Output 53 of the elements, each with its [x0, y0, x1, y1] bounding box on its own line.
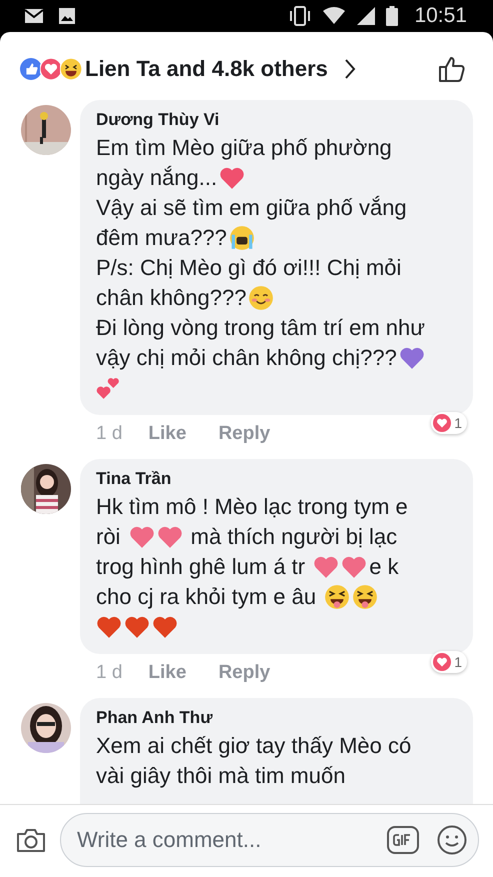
signal-icon	[356, 6, 376, 26]
two-hearts-icon	[96, 375, 122, 401]
squinting-tongue-face-icon	[352, 584, 378, 610]
comment-text: Xem ai chết giơ tay thấy Mèo có	[96, 732, 412, 760]
comment-text: ngày nắng...	[96, 164, 218, 192]
vibrate-icon	[288, 6, 312, 26]
laughing-face-icon	[60, 58, 82, 80]
squinting-tongue-face-icon	[324, 584, 350, 610]
comment-text: Hk tìm mô ! Mèo lạc trong tym e	[96, 493, 408, 521]
reactions-summary-link[interactable]: Lien Ta and 4.8k others	[85, 56, 328, 82]
comment-text: trog hình ghê lum á tr	[96, 553, 306, 581]
comment-text: vậy chị mỏi chân không chị???	[96, 344, 397, 372]
author-name[interactable]: Tina Trần	[96, 469, 459, 489]
heart-reaction-icon	[433, 414, 452, 432]
battery-icon	[386, 6, 398, 26]
crying-face-icon	[228, 225, 255, 251]
comment-text: P/s: Chị Mèo gì đó ơi!!! Chị mỏi	[96, 254, 402, 282]
chevron-right-icon[interactable]	[344, 58, 356, 80]
reaction-count-badge[interactable]: 1	[431, 651, 467, 673]
comment-input-field[interactable]: Write a comment...	[60, 813, 479, 867]
like-link[interactable]: Like	[148, 662, 186, 684]
gif-icon[interactable]	[387, 826, 419, 854]
comment-text: ròi	[96, 523, 122, 551]
comment-time: 1 d	[96, 662, 122, 684]
image-icon	[58, 7, 76, 25]
like-reaction-icon	[20, 58, 42, 80]
reaction-count: 1	[454, 654, 462, 670]
author-name[interactable]: Phan Anh Thư	[96, 708, 459, 728]
clock-time: 10:51	[414, 4, 467, 28]
comment-text: Em tìm Mèo giữa phố phường	[96, 134, 392, 162]
reaction-count-badge[interactable]: 1	[431, 412, 467, 434]
camera-icon[interactable]	[16, 827, 46, 853]
mail-icon	[24, 8, 44, 24]
heart-reaction-icon	[433, 653, 452, 671]
like-button[interactable]	[437, 54, 467, 84]
reply-link[interactable]: Reply	[218, 662, 270, 684]
author-name[interactable]: Dương Thùy Vi	[96, 110, 459, 130]
comment-text: e k	[369, 553, 399, 581]
smiling-face-icon	[248, 285, 274, 311]
emoji-icon[interactable]	[437, 825, 467, 855]
heart-reaction-icon	[40, 58, 62, 80]
comment-text: đêm mưa???	[96, 224, 227, 252]
comment-text: chân không???	[96, 284, 246, 312]
reply-link[interactable]: Reply	[218, 423, 270, 445]
comment-text: Vậy ai sẽ tìm em giữa phố vắng	[96, 194, 407, 222]
like-link[interactable]: Like	[148, 423, 186, 445]
comment-time: 1 d	[96, 423, 122, 445]
comment-text: vài giây thôi mà tim muốn	[96, 762, 346, 790]
wifi-icon	[322, 7, 346, 25]
comment-text: mà thích người bị lạc	[190, 523, 398, 551]
comment-text: cho cj ra khỏi tym e âu	[96, 583, 318, 611]
comment-text: Đi lòng vòng trong tâm trí em như	[96, 314, 425, 342]
reaction-count: 1	[454, 415, 462, 431]
